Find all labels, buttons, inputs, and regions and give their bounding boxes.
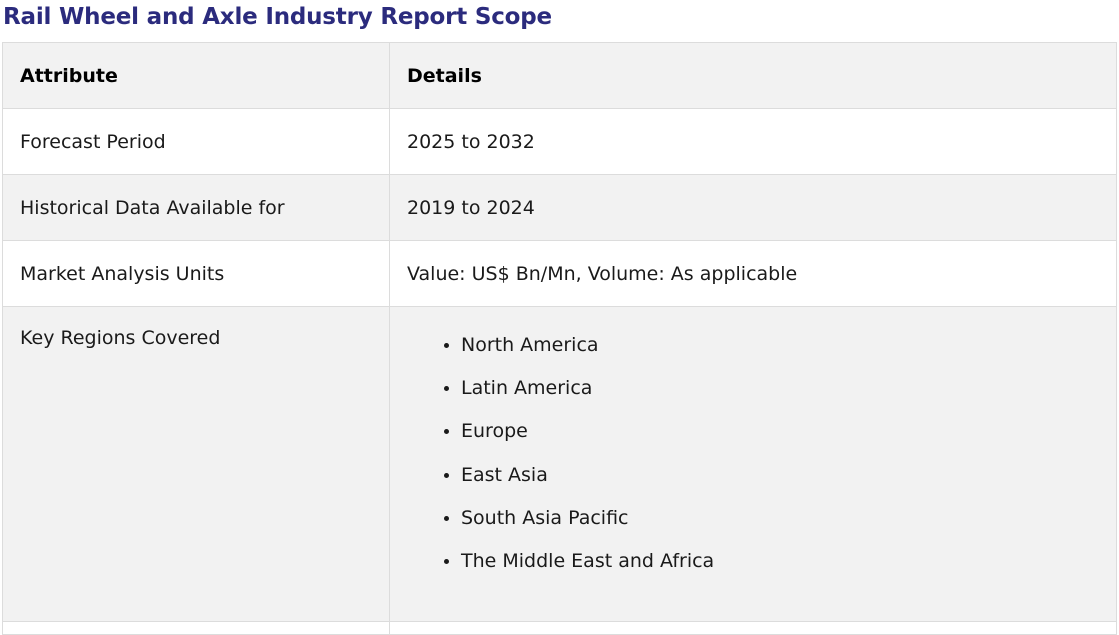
- region-list: North America Latin America Europe East …: [407, 331, 1116, 590]
- attribute-cell: Market Analysis Units: [2, 240, 390, 307]
- table-row-historical-data: Historical Data Available for 2019 to 20…: [2, 174, 1117, 241]
- attribute-cell: Historical Data Available for: [2, 174, 390, 241]
- table-row-market-analysis-units: Market Analysis Units Value: US$ Bn/Mn, …: [2, 240, 1117, 307]
- attribute-cell: [2, 621, 390, 635]
- table-row-partial: [2, 621, 1117, 635]
- attribute-cell: Forecast Period: [2, 108, 390, 175]
- details-cell: Value: US$ Bn/Mn, Volume: As applicable: [389, 240, 1117, 307]
- details-cell: North America Latin America Europe East …: [389, 306, 1117, 622]
- list-item-region: South Asia Pacific: [461, 504, 1116, 547]
- table-row-key-regions: Key Regions Covered North America Latin …: [2, 306, 1117, 622]
- list-item-region: The Middle East and Africa: [461, 547, 1116, 590]
- table-row-forecast-period: Forecast Period 2025 to 2032: [2, 108, 1117, 175]
- page-title: Rail Wheel and Axle Industry Report Scop…: [3, 4, 552, 30]
- regions-label: Key Regions Covered: [20, 327, 221, 349]
- header-attribute: Attribute: [2, 42, 390, 109]
- report-scope-table: Attribute Details Forecast Period 2025 t…: [2, 42, 1117, 635]
- header-details: Details: [389, 42, 1117, 109]
- details-cell: 2025 to 2032: [389, 108, 1117, 175]
- attribute-cell: Key Regions Covered: [2, 306, 390, 622]
- list-item-region: North America: [461, 331, 1116, 374]
- list-item-region: East Asia: [461, 461, 1116, 504]
- table-header-row: Attribute Details: [2, 42, 1117, 109]
- details-cell: [389, 621, 1117, 635]
- details-cell: 2019 to 2024: [389, 174, 1117, 241]
- list-item-region: Europe: [461, 417, 1116, 460]
- list-item-region: Latin America: [461, 374, 1116, 417]
